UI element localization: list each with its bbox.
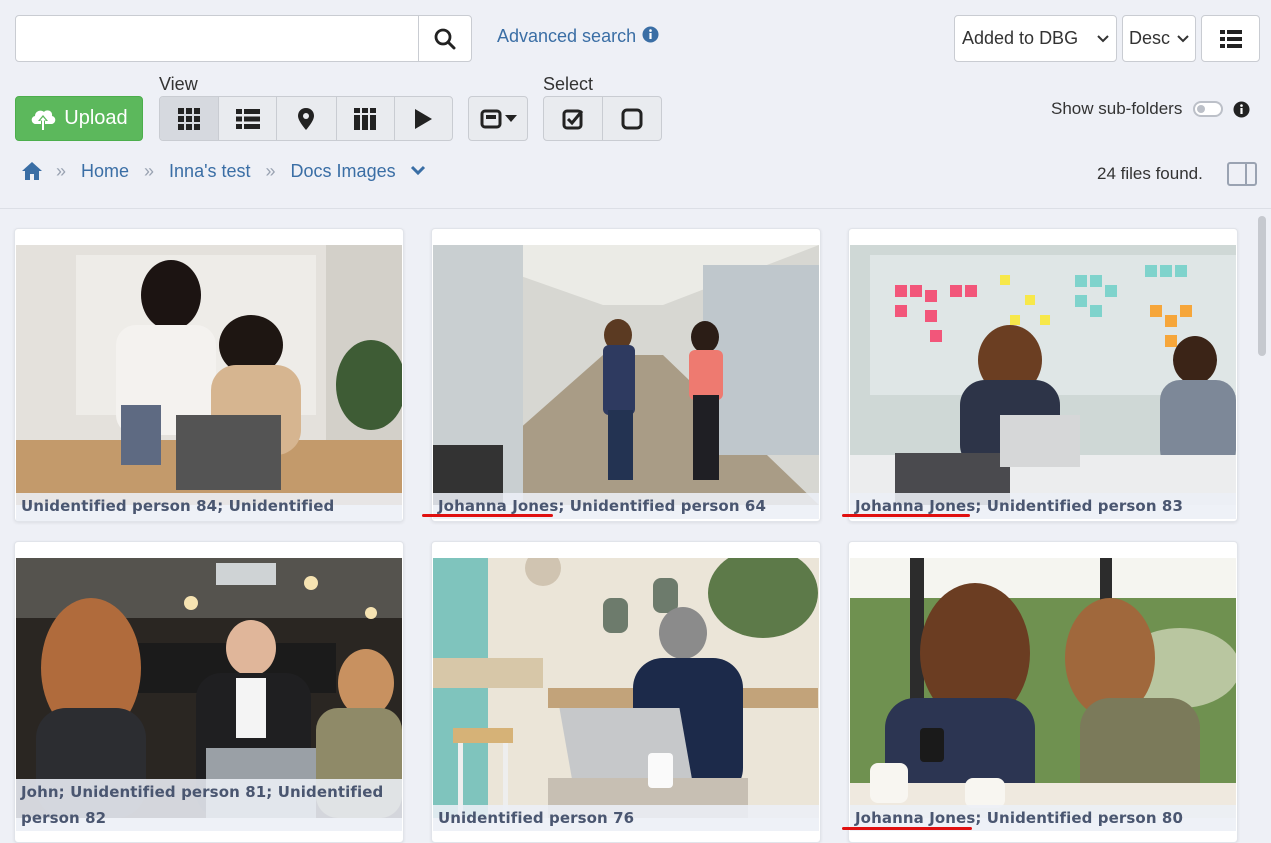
caption-rest: ; Unidentified person 64: [558, 497, 766, 515]
list-options-button[interactable]: [1201, 15, 1260, 62]
breadcrumb-docs-images[interactable]: Docs Images: [291, 161, 396, 182]
search-icon: [434, 28, 456, 49]
sort-order-select[interactable]: Desc: [1122, 15, 1196, 62]
caption-highlight: Johanna Jones: [438, 497, 559, 515]
card-size-dropdown[interactable]: [468, 96, 528, 141]
show-subfolders-label: Show sub-folders: [1051, 99, 1183, 118]
upload-button[interactable]: Upload: [15, 96, 143, 141]
sort-order-value: Desc: [1129, 28, 1171, 48]
photo-thumbnail: [16, 245, 402, 505]
cloud-upload-icon: [32, 109, 56, 130]
view-label: View: [159, 74, 198, 94]
card-icon: [480, 109, 501, 128]
show-subfolders-row: Show sub-folders: [1051, 99, 1250, 119]
list-icon: [235, 108, 260, 129]
caption-rest: Unidentified person 84; Unidentified per…: [21, 497, 335, 515]
image-card[interactable]: Johanna Jones; Unidentified person 80: [848, 541, 1238, 843]
select-group: [543, 96, 662, 141]
caret-down-icon: [504, 114, 517, 122]
highlight-underline: [842, 514, 970, 517]
scrollbar[interactable]: [1256, 212, 1268, 835]
chevron-double-right-icon: »: [144, 160, 155, 181]
columns-icon: [354, 107, 377, 130]
chevron-down-icon: [1177, 34, 1189, 42]
highlight-underline: [422, 514, 553, 517]
chevron-double-right-icon: »: [265, 160, 276, 181]
photo-thumbnail: [850, 245, 1236, 505]
select-all-button[interactable]: [544, 97, 603, 140]
breadcrumb: » Home » Inna's test » Docs Images: [22, 158, 426, 184]
photo-thumbnail: [850, 558, 1236, 818]
checkbox-empty-icon: [621, 108, 643, 129]
upload-label: Upload: [64, 107, 128, 129]
play-icon: [415, 108, 433, 129]
view-list-button[interactable]: [219, 97, 278, 140]
caption-highlight: Johanna Jones: [855, 809, 976, 827]
chevron-double-right-icon: »: [56, 160, 67, 181]
image-card[interactable]: Johanna Jones; Unidentified person 64: [431, 228, 821, 522]
photo-thumbnail: [433, 245, 819, 505]
view-columns-button[interactable]: [337, 97, 395, 140]
sort-field-value: Added to DBG: [962, 28, 1079, 48]
advanced-search-link[interactable]: Advanced search: [497, 26, 659, 47]
divider: [0, 208, 1271, 209]
caption-rest: Unidentified person 76: [438, 809, 635, 827]
chevron-down-icon[interactable]: [410, 165, 426, 177]
chevron-down-icon: [1097, 34, 1109, 42]
image-card[interactable]: Unidentified person 76: [431, 541, 821, 843]
checkbox-checked-icon: [562, 109, 583, 129]
breadcrumb-home[interactable]: Home: [81, 161, 129, 182]
scrollbar-thumb[interactable]: [1258, 216, 1266, 356]
caption-highlight: Johanna Jones: [855, 497, 976, 515]
search-button[interactable]: [418, 16, 471, 61]
files-found-count: 24 files found.: [1097, 164, 1203, 183]
grid-icon: [178, 107, 201, 130]
view-map-button[interactable]: [277, 97, 337, 140]
advanced-search-label: Advanced search: [497, 26, 637, 46]
caption-rest: ; Unidentified person 83: [975, 497, 1183, 515]
info-icon: [642, 26, 659, 43]
select-label: Select: [543, 74, 594, 94]
toggle-panel-icon[interactable]: [1227, 162, 1257, 186]
highlight-underline: [842, 827, 972, 830]
map-marker-icon: [298, 107, 315, 130]
image-card[interactable]: Unidentified person 84; Unidentified per…: [14, 228, 404, 522]
sort-field-select[interactable]: Added to DBG: [954, 15, 1117, 62]
card-caption: Unidentified person 76: [433, 805, 819, 831]
view-slideshow-button[interactable]: [395, 97, 452, 140]
image-card[interactable]: Johanna Jones; Unidentified person 83: [848, 228, 1238, 522]
info-icon: [1233, 101, 1250, 117]
image-card[interactable]: John; Unidentified person 81; Unidentifi…: [14, 541, 404, 843]
list-icon: [1219, 29, 1242, 48]
select-none-button[interactable]: [603, 97, 661, 140]
view-mode-group: [159, 96, 453, 141]
caption-rest: ; Unidentified person 80: [975, 809, 1183, 827]
caption-rest: John; Unidentified person 81; Unidentifi…: [21, 783, 384, 827]
card-caption: Unidentified person 84; Unidentified per…: [16, 493, 402, 521]
search-box: [15, 15, 472, 62]
breadcrumb-innas-test[interactable]: Inna's test: [169, 161, 250, 182]
home-icon[interactable]: [22, 162, 42, 180]
search-input[interactable]: [16, 16, 418, 61]
photo-thumbnail: [433, 558, 819, 818]
card-caption: John; Unidentified person 81; Unidentifi…: [16, 779, 402, 831]
view-grid-button[interactable]: [160, 97, 220, 140]
subfolders-toggle[interactable]: [1193, 101, 1224, 117]
